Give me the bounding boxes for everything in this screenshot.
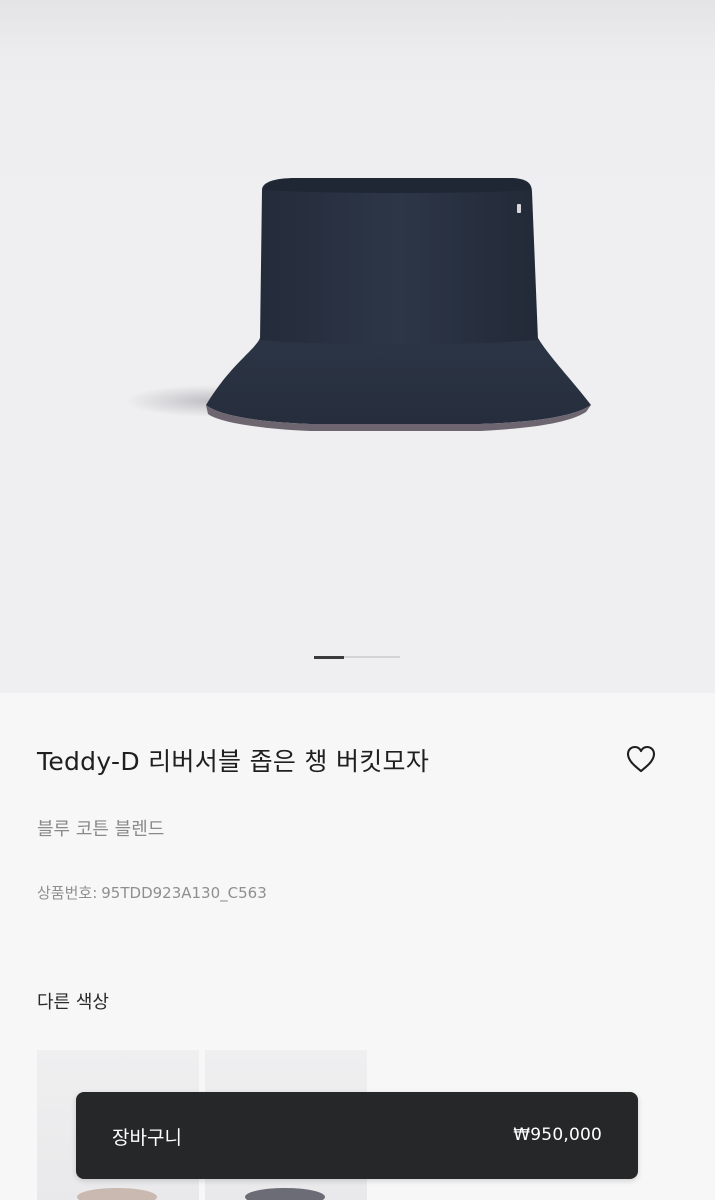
cart-button-label: 장바구니 bbox=[112, 1127, 182, 1149]
thumb-hat-brim bbox=[77, 1188, 157, 1200]
product-image-carousel[interactable] bbox=[0, 0, 715, 693]
product-title: Teddy-D 리버서블 좁은 챙 버킷모자 bbox=[37, 747, 430, 776]
sku-label: 상품번호: bbox=[37, 884, 98, 902]
other-colors-title: 다른 색상 bbox=[37, 992, 109, 1013]
product-subtitle: 블루 코튼 블렌드 bbox=[37, 819, 165, 840]
thumb-hat-brim bbox=[245, 1188, 325, 1200]
carousel-pager-active bbox=[314, 655, 344, 659]
product-sku: 상품번호: 95TDD923A130_C563 bbox=[37, 882, 267, 903]
cart-button-price: ₩950,000 bbox=[513, 1125, 602, 1145]
product-page: Teddy-D 리버서블 좁은 챙 버킷모자 블루 코튼 블렌드 상품번호: 95… bbox=[0, 0, 715, 1200]
sku-value: 95TDD923A130_C563 bbox=[101, 884, 267, 902]
heart-outline-icon bbox=[626, 745, 656, 773]
bucket-hat-image bbox=[125, 178, 591, 431]
add-to-cart-button[interactable]: 장바구니 ₩950,000 bbox=[76, 1092, 638, 1179]
wishlist-button[interactable] bbox=[624, 743, 658, 775]
carousel-pager bbox=[314, 655, 400, 659]
